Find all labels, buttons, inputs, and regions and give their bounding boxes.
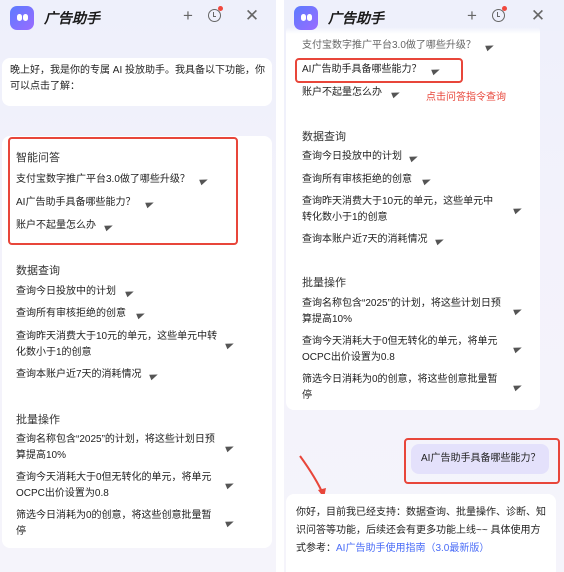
data-query-item[interactable]: 查询昨天消费大于10元的单元，这些单元中转化数小于1的创意 [16,329,221,361]
assistant-panel-left: 广告助手 + ✕ 晚上好，我是你的专属 AI 投放助手。我具备以下功能，你可以点… [0,0,276,572]
send-icon[interactable] [225,340,235,350]
section-title-batch: 批量操作 [302,277,346,289]
send-icon[interactable] [513,382,523,392]
header: 广告助手 + ✕ [0,0,276,34]
send-icon[interactable] [435,236,445,246]
batch-item[interactable]: 查询名称包含“2025”的计划，将这些计划日预算提高10% [302,296,507,328]
batch-item[interactable]: 查询今天消耗大于0但无转化的单元，将单元OCPC出价设置为0.8 [16,470,221,502]
data-query-item[interactable]: 查询今日投放中的计划 [302,149,402,165]
send-icon[interactable] [513,306,523,316]
data-query-item[interactable]: 查询所有审核拒绝的创意 [302,172,412,188]
data-query-item[interactable]: 查询今日投放中的计划 [16,284,116,300]
send-icon[interactable] [225,480,235,490]
send-icon[interactable] [149,371,159,381]
send-icon[interactable] [125,288,135,298]
section-title-batch: 批量操作 [16,414,60,426]
greeting-text: 晚上好，我是你的专属 AI 投放助手。我具备以下功能，你可以点击了解： [10,65,266,92]
data-query-item[interactable]: 查询昨天消费大于10元的单元，这些单元中转化数小于1的创意 [302,194,502,226]
notification-dot [218,6,223,11]
highlight-box-question [295,58,463,83]
qa-item[interactable]: 账户不起量怎么办 [302,85,382,101]
send-icon[interactable] [422,176,432,186]
data-query-item[interactable]: 查询所有审核拒绝的创意 [16,306,126,322]
send-icon[interactable] [513,344,523,354]
assistant-panel-right: 支付宝数字推广平台3.0做了哪些升级？ AI广告助手具备哪些能力？ 账户不起量怎… [284,0,564,572]
user-message-text: AI广告助手具备哪些能力？ [421,453,541,464]
reply-card: 你好，目前我已经支持：数据查询、批量操作、诊断、知识问答等功能，后续还会有更多功… [286,494,556,572]
send-icon[interactable] [225,518,235,528]
divider [276,0,284,572]
app-title: 广告助手 [328,10,384,26]
guide-link[interactable]: AI广告助手使用指南（3.0最新版） [336,543,489,554]
data-query-item[interactable]: 查询本账户近7天的消耗情况 [302,232,428,248]
batch-item[interactable]: 查询名称包含“2025”的计划，将这些计划日预算提高10% [16,432,221,464]
assistant-logo-icon [10,6,34,30]
send-icon[interactable] [391,89,401,99]
section-title-data-query: 数据查询 [302,131,346,143]
send-icon[interactable] [409,153,419,163]
send-icon[interactable] [485,42,495,52]
notification-dot [502,6,507,11]
data-query-item[interactable]: 查询本账户近7天的消耗情况 [16,367,142,383]
annotation-text: 点击问答指令查询 [426,92,506,103]
send-icon[interactable] [225,443,235,453]
send-icon[interactable] [136,310,146,320]
plus-icon[interactable]: + [178,6,198,26]
batch-item[interactable]: 筛选今日消耗为0的创意，将这些创意批量暂停 [302,372,507,404]
section-title-data-query: 数据查询 [16,265,60,277]
close-icon[interactable]: ✕ [242,6,262,26]
qa-item[interactable]: 支付宝数字推广平台3.0做了哪些升级？ [302,38,476,54]
assistant-logo-icon [294,6,318,30]
user-message-bubble: AI广告助手具备哪些能力？ [411,444,549,474]
highlight-box-qa [8,137,238,245]
batch-item[interactable]: 查询今天消耗大于0但无转化的单元，将单元OCPC出价设置为0.8 [302,334,507,366]
plus-icon[interactable]: + [462,6,482,26]
greeting-card: 晚上好，我是你的专属 AI 投放助手。我具备以下功能，你可以点击了解： [2,58,272,106]
app-title: 广告助手 [44,10,100,26]
reply-message: 你好，目前我已经支持：数据查询、批量操作、诊断、知识问答等功能，后续还会有更多功… [296,504,546,558]
batch-item[interactable]: 筛选今日消耗为0的创意，将这些创意批量暂停 [16,508,221,540]
send-icon[interactable] [513,205,523,215]
header: 广告助手 + ✕ [284,0,564,34]
close-icon[interactable]: ✕ [528,6,548,26]
